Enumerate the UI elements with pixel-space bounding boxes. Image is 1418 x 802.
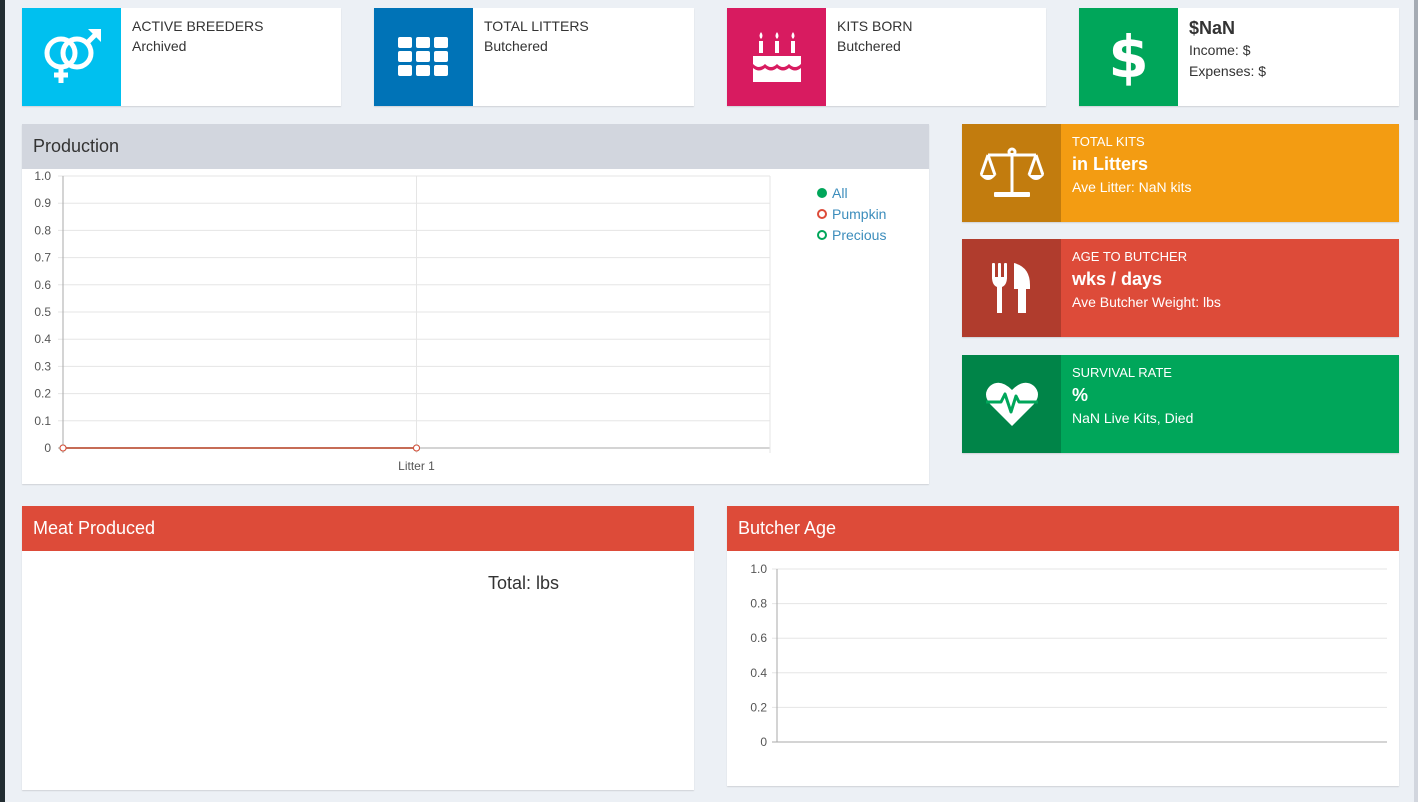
active-breeders-box: ACTIVE BREEDERS Archived: [22, 8, 341, 106]
legend-label-precious: Precious: [832, 226, 887, 243]
kits-born-box: KITS BORN Butchered: [727, 8, 1046, 106]
total-litters-title: TOTAL LITTERS: [484, 18, 589, 34]
dollar-icon: $: [1079, 8, 1178, 106]
total-litters-box: TOTAL LITTERS Butchered: [374, 8, 694, 106]
production-title: Production: [22, 124, 929, 169]
y-tick-label: 0.4: [750, 666, 767, 680]
grid-icon: [374, 8, 473, 106]
kits-born-title: KITS BORN: [837, 18, 913, 34]
y-tick-label: 0.2: [34, 387, 51, 401]
age-to-butcher-label: AGE TO BUTCHER: [1072, 249, 1188, 264]
scrollbar-thumb[interactable]: [1414, 0, 1418, 120]
money-amount: $NaN: [1189, 18, 1236, 38]
meat-produced-title: Meat Produced: [22, 506, 694, 551]
production-chart: 0 0.1 0.2 0.3 0.4 0.5 0.6 0.7 0.8 0.9 1.0 Litter 1: [34, 169, 771, 473]
money-box: $ $NaN Income: $ Expenses: $: [1079, 8, 1399, 106]
y-tick-label: 0.1: [34, 414, 51, 428]
y-tick-label: 0.2: [750, 700, 767, 714]
y-tick-label: 0.7: [34, 251, 51, 265]
active-breeders-sub: Archived: [132, 38, 187, 54]
y-tick-label: 1.0: [750, 562, 767, 576]
butcher-age-chart: 0 0.2 0.4 0.6 0.8 1.0: [750, 562, 1387, 749]
legend-dot-all: [817, 187, 827, 198]
birthday-cake-icon: [727, 8, 826, 106]
page-scrollbar[interactable]: [1414, 0, 1418, 802]
y-tick-label: 0.3: [34, 359, 51, 373]
y-tick-label: 0.5: [34, 305, 51, 319]
y-tick-label: 0.8: [750, 597, 767, 611]
total-kits-label: TOTAL KITS: [1072, 134, 1145, 149]
total-kits-value: in Litters: [1072, 154, 1149, 174]
active-breeders-title: ACTIVE BREEDERS: [132, 18, 264, 34]
age-to-butcher-detail: Ave Butcher Weight: lbs: [1072, 294, 1221, 310]
legend-item-all[interactable]: All: [817, 182, 886, 203]
survival-rate-value: %: [1072, 385, 1089, 405]
butcher-age-panel: Butcher Age 0 0.2 0.4 0.6 0.8 1.0: [727, 506, 1399, 786]
legend-dot-precious: [817, 229, 827, 240]
kits-born-sub: Butchered: [837, 38, 901, 54]
sidebar-edge: [0, 0, 5, 802]
total-litters-sub: Butchered: [484, 38, 548, 54]
meat-produced-panel: Meat Produced Total: lbs: [22, 506, 694, 790]
gender-icon: [22, 8, 121, 106]
balance-scale-icon: [962, 124, 1061, 222]
income-text: Income: $: [1189, 42, 1251, 58]
production-panel: Production 0 0.1 0.2 0.3 0.4 0.5 0.6 0.7 0.8 0.9 1…: [22, 124, 929, 484]
survival-rate-detail: NaN Live Kits, Died: [1072, 410, 1194, 426]
data-point-pumpkin: [59, 444, 67, 452]
production-legend: All Pumpkin Precious: [817, 182, 886, 245]
legend-item-pumpkin[interactable]: Pumpkin: [817, 203, 886, 224]
y-tick-label: 0.6: [34, 278, 51, 292]
age-to-butcher-value: wks / days: [1072, 269, 1163, 289]
survival-rate-box: SURVIVAL RATE % NaN Live Kits, Died: [962, 355, 1399, 453]
heartbeat-icon: [962, 355, 1061, 453]
age-to-butcher-box: AGE TO BUTCHER wks / days Ave Butcher We…: [962, 239, 1399, 337]
legend-label-all: All: [832, 184, 848, 201]
y-tick-label: 0.9: [34, 196, 51, 210]
y-tick-label: 0: [760, 735, 767, 749]
meat-total: Total: lbs: [488, 573, 560, 593]
data-point-pumpkin: [413, 444, 420, 452]
survival-rate-label: SURVIVAL RATE: [1072, 365, 1172, 380]
expenses-text: Expenses: $: [1189, 63, 1267, 79]
y-tick-label: 1.0: [34, 169, 51, 183]
butcher-age-title: Butcher Age: [727, 506, 1399, 551]
y-tick-label: 0.6: [750, 631, 767, 645]
total-kits-box: TOTAL KITS in Litters Ave Litter: NaN ki…: [962, 124, 1399, 222]
y-tick-label: 0.8: [34, 223, 51, 237]
x-tick-label: Litter 1: [398, 459, 435, 473]
legend-label-pumpkin: Pumpkin: [832, 205, 887, 222]
y-tick-label: 0: [44, 441, 51, 455]
legend-dot-pumpkin: [817, 208, 827, 219]
legend-item-precious[interactable]: Precious: [817, 224, 886, 245]
total-kits-detail: Ave Litter: NaN kits: [1072, 179, 1192, 195]
y-tick-label: 0.4: [34, 332, 51, 346]
cutlery-icon: [962, 239, 1061, 337]
